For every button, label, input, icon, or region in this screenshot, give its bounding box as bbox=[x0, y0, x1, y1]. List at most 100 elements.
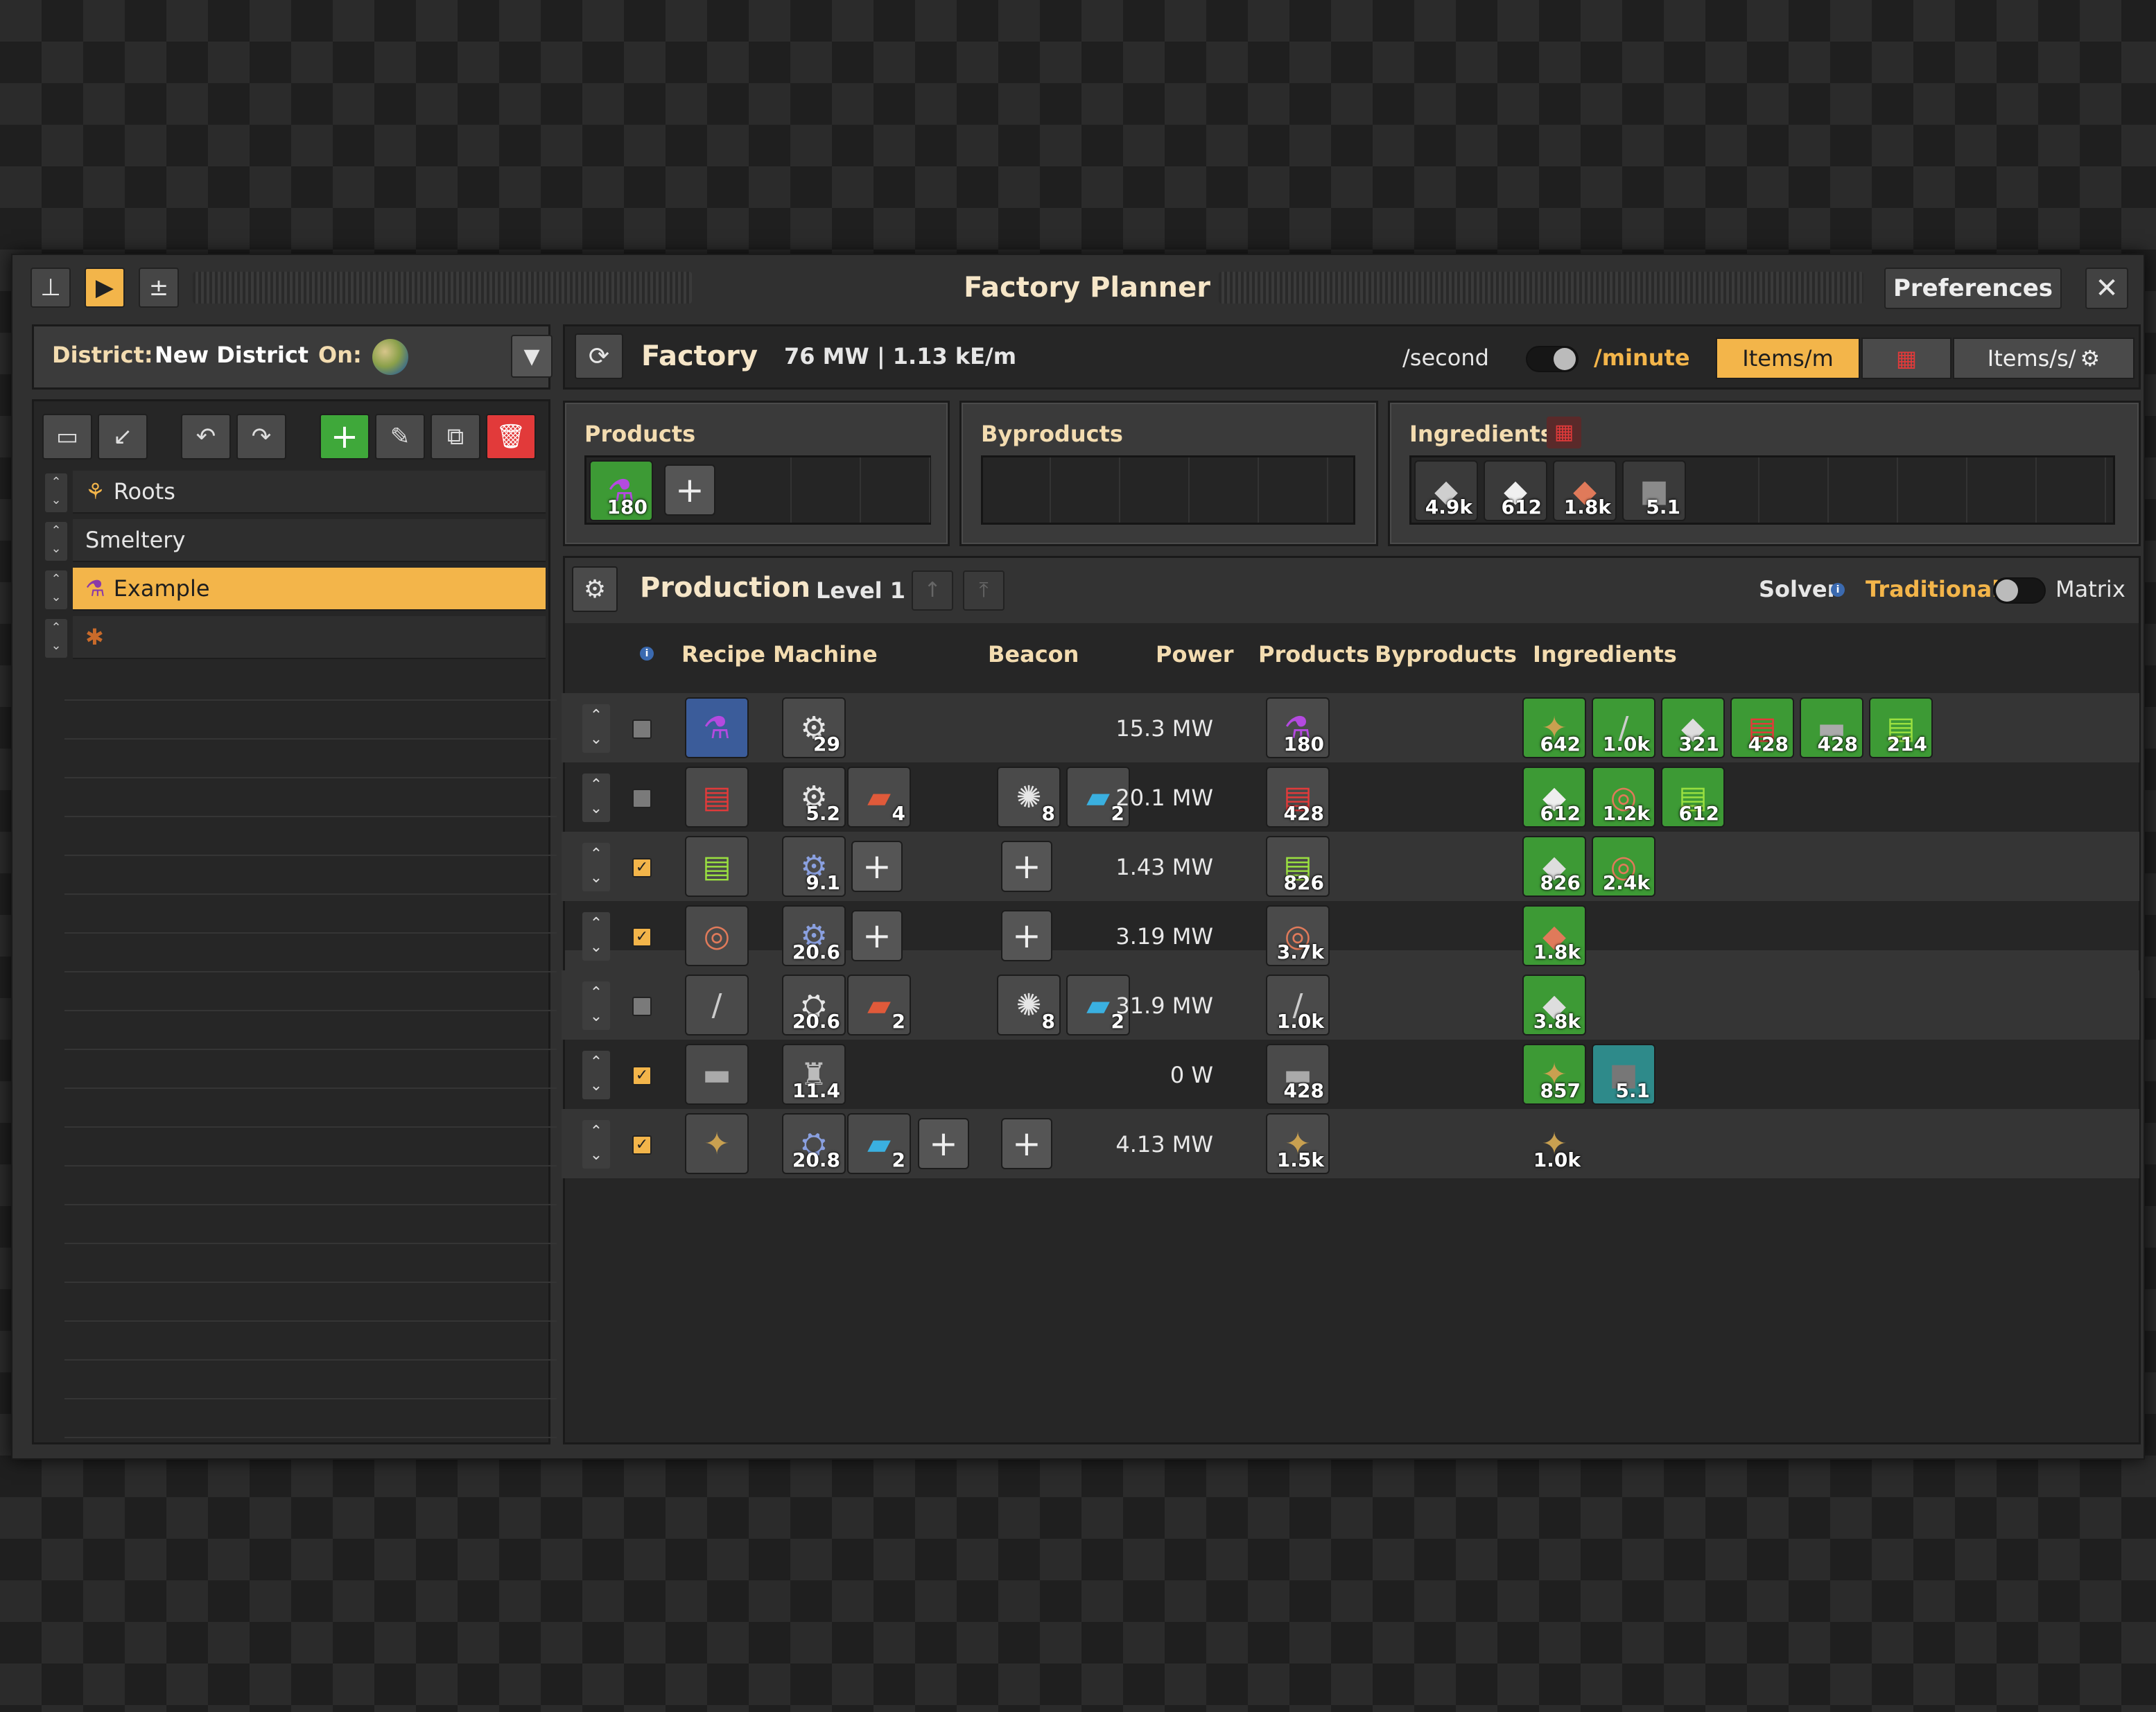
assembler-blue-icon[interactable]: ⚙ 20.6 bbox=[782, 905, 846, 966]
red-circuit-icon[interactable]: ▤ 428 bbox=[1730, 697, 1794, 758]
view-belts-button[interactable]: ▦ bbox=[1861, 338, 1951, 379]
production-row[interactable]: ⌃ ⌄ ✓ ✦ ⛭ 20.8 ▰ 2 + + 4.13 MW ✦ 1.5k ✦ 1.0k bbox=[562, 1109, 2139, 1178]
stone-brick-icon[interactable]: ▬ bbox=[685, 1044, 749, 1105]
reorder-arrows[interactable]: ⌃ ⌄ bbox=[45, 619, 67, 658]
red-circuit-icon[interactable]: ▤ bbox=[685, 767, 749, 828]
row-reorder-arrows[interactable]: ⌃ ⌄ bbox=[582, 843, 610, 891]
row-reorder-arrows[interactable]: ⌃ ⌄ bbox=[582, 1120, 610, 1169]
row-checkbox[interactable]: ✓ bbox=[632, 1135, 652, 1155]
list-item[interactable]: ⌃ ⌄ ⚗ Example bbox=[45, 568, 546, 611]
production-row[interactable]: ⌃ ⌄ ✓ ◎ ⚙ 20.6 + + 3.19 MW ◎ 3.7k ◆ 1.8k bbox=[562, 901, 2139, 970]
list-item[interactable]: ⌃ ⌄ ✱ bbox=[45, 616, 546, 659]
top-level-icon[interactable]: ⤒ bbox=[963, 570, 1005, 611]
close-icon[interactable]: ✕ bbox=[2085, 268, 2128, 309]
speed-module-icon[interactable]: ▰ 2 bbox=[847, 975, 911, 1036]
production-row[interactable]: ⌃ ⌄ ▤ ⚙ 5.2 ▰ 4 ✺ 8 ▰ 2 20.1 MW ▤ 428 ◆ 612 ◎ 1.… bbox=[562, 762, 2139, 832]
refresh-icon[interactable]: ⟳ bbox=[575, 333, 623, 379]
copper-ore-icon[interactable]: ◆ 1.8k bbox=[1553, 460, 1617, 521]
iron-plate-icon[interactable]: ◆ 826 bbox=[1522, 836, 1586, 897]
rocks-icon[interactable]: ✦ 1.0k bbox=[1522, 1113, 1586, 1174]
add-beacon-button[interactable]: + bbox=[1001, 910, 1052, 961]
row-reorder-arrows[interactable]: ⌃ ⌄ bbox=[582, 774, 610, 822]
title-bar[interactable]: ⊥ ▶ ± Factory Planner Preferences ✕ bbox=[12, 255, 2144, 319]
add-factory-button[interactable]: + bbox=[320, 414, 370, 460]
add-module-button[interactable]: + bbox=[851, 910, 903, 961]
play-icon[interactable]: ▶ bbox=[85, 268, 125, 308]
row-reorder-arrows[interactable]: ⌃ ⌄ bbox=[582, 1051, 610, 1099]
add-module-button[interactable]: + bbox=[918, 1118, 969, 1169]
furnace-icon[interactable]: ♜ 11.4 bbox=[782, 1044, 846, 1105]
assembler-icon[interactable]: ⚙ 29 bbox=[782, 697, 846, 758]
belt-icon[interactable]: ▦ bbox=[1547, 417, 1581, 448]
planet-icon[interactable] bbox=[372, 339, 408, 375]
green-circuit-icon[interactable]: ▤ 214 bbox=[1869, 697, 1933, 758]
info-icon[interactable]: i bbox=[640, 647, 654, 661]
stone-icon[interactable]: ■ 5.1 bbox=[1592, 1044, 1655, 1105]
info-icon[interactable]: i bbox=[1831, 583, 1845, 597]
rocks-icon[interactable]: ✦ bbox=[685, 1113, 749, 1174]
add-beacon-button[interactable]: + bbox=[1001, 1118, 1052, 1169]
efficiency-module-icon[interactable]: ▰ 2 bbox=[847, 1113, 911, 1174]
stone-icon[interactable]: ■ 5.1 bbox=[1622, 460, 1686, 521]
rocks-icon[interactable]: ✦ 642 bbox=[1522, 697, 1586, 758]
stone-brick-icon[interactable]: ▬ 428 bbox=[1800, 697, 1863, 758]
rail-icon[interactable]: /1.0k bbox=[1266, 975, 1330, 1036]
assembler-blue-icon[interactable]: ⚙ 9.1 bbox=[782, 836, 846, 897]
timescale-toggle[interactable] bbox=[1526, 346, 1579, 372]
undo-icon[interactable]: ↶ bbox=[181, 414, 231, 460]
green-circuit-icon[interactable]: ▤ 612 bbox=[1661, 767, 1725, 828]
import-icon[interactable]: ↙ bbox=[98, 414, 148, 460]
beacon-icon[interactable]: ✺ 8 bbox=[997, 975, 1061, 1036]
plus-minus-icon[interactable]: ± bbox=[139, 268, 179, 308]
green-circuit-icon[interactable]: ▤ 826 bbox=[1266, 836, 1330, 897]
district-dropdown-button[interactable]: ▼ bbox=[511, 335, 553, 378]
row-checkbox[interactable] bbox=[632, 997, 652, 1016]
purple-science-icon[interactable]: ⚗ 180 bbox=[1266, 697, 1330, 758]
production-row[interactable]: ⌃ ⌄ ✓ ▤ ⚙ 9.1 + + 1.43 MW ▤ 826 ◆ 826 ◎ 2.4k bbox=[562, 832, 2139, 901]
row-reorder-arrows[interactable]: ⌃ ⌄ bbox=[582, 704, 610, 753]
row-checkbox[interactable]: ✓ bbox=[632, 858, 652, 877]
gear-icon[interactable]: ⚙ bbox=[572, 566, 618, 612]
copper-cable-icon[interactable]: ◎ 3.7k bbox=[1266, 905, 1330, 966]
add-beacon-button[interactable]: + bbox=[1001, 841, 1052, 892]
list-item[interactable]: ⌃ ⌄ ⚘ Roots bbox=[45, 471, 546, 514]
view-items-per-second-button[interactable]: Items/s/ ⚙ bbox=[1953, 338, 2135, 379]
pin-icon[interactable]: ⊥ bbox=[31, 268, 71, 308]
delete-icon[interactable]: 🗑 bbox=[486, 414, 536, 460]
stone-brick-icon[interactable]: ▬ 428 bbox=[1266, 1044, 1330, 1105]
duplicate-icon[interactable]: ⧉ bbox=[431, 414, 480, 460]
purple-science-pack-icon[interactable]: ⚗ 180 bbox=[589, 460, 653, 521]
add-product-button[interactable]: + bbox=[664, 464, 715, 516]
list-item-body[interactable]: ✱ bbox=[73, 616, 546, 659]
row-checkbox[interactable]: ✓ bbox=[632, 1066, 652, 1085]
drag-handle-left[interactable] bbox=[193, 272, 692, 304]
purple-science-icon[interactable]: ⚗ bbox=[685, 697, 749, 758]
row-checkbox[interactable]: ✓ bbox=[632, 927, 652, 947]
reorder-arrows[interactable]: ⌃ ⌄ bbox=[45, 570, 67, 609]
green-circuit-icon[interactable]: ▤ bbox=[685, 836, 749, 897]
copper-cable-icon[interactable]: ◎ 2.4k bbox=[1592, 836, 1655, 897]
iron-plate-icon[interactable]: ◆ 612 bbox=[1484, 460, 1547, 521]
iron-plate-icon[interactable]: ◆ 3.8k bbox=[1522, 975, 1586, 1036]
edit-icon[interactable]: ✎ bbox=[375, 414, 425, 460]
view-items-per-minute-button[interactable]: Items/m bbox=[1716, 338, 1860, 379]
level-up-icon[interactable]: ↑ bbox=[912, 570, 953, 611]
archive-icon[interactable]: ▭ bbox=[42, 414, 92, 460]
row-reorder-arrows[interactable]: ⌃ ⌄ bbox=[582, 981, 610, 1030]
copper-cable-icon[interactable]: ◎ bbox=[685, 905, 749, 966]
reorder-arrows[interactable]: ⌃ ⌄ bbox=[45, 473, 67, 512]
list-item-body[interactable]: Smeltery bbox=[73, 519, 546, 562]
add-module-button[interactable]: + bbox=[851, 841, 903, 892]
foundry-icon[interactable]: ⛭ 20.6 bbox=[782, 975, 846, 1036]
redo-icon[interactable]: ↷ bbox=[236, 414, 286, 460]
rail-icon[interactable]: /1.0k bbox=[1592, 697, 1655, 758]
iron-plate-icon[interactable]: ◆ 321 bbox=[1661, 697, 1725, 758]
rail-icon[interactable]: / bbox=[685, 975, 749, 1036]
copper-cable-icon[interactable]: ◎ 1.2k bbox=[1592, 767, 1655, 828]
production-row[interactable]: ⌃ ⌄ ⚗ ⚙ 29 15.3 MW ⚗ 180 ✦ 642 /1.0k ◆ 321 ▤ 4… bbox=[562, 693, 2139, 762]
production-row[interactable]: ⌃ ⌄ ✓ ▬ ♜ 11.4 0 W ▬ 428 ✦ 857 ■ 5.1 bbox=[562, 1040, 2139, 1109]
production-row[interactable]: ⌃ ⌄ / ⛭ 20.6 ▰ 2 ✺ 8 ▰ 2 31.9 MW /1.0k ◆ 3.8k bbox=[562, 970, 2139, 1040]
rocks-icon[interactable]: ✦ 857 bbox=[1522, 1044, 1586, 1105]
plastic-icon[interactable]: ◆ 612 bbox=[1522, 767, 1586, 828]
speed-module-icon[interactable]: ▰ 4 bbox=[847, 767, 911, 828]
